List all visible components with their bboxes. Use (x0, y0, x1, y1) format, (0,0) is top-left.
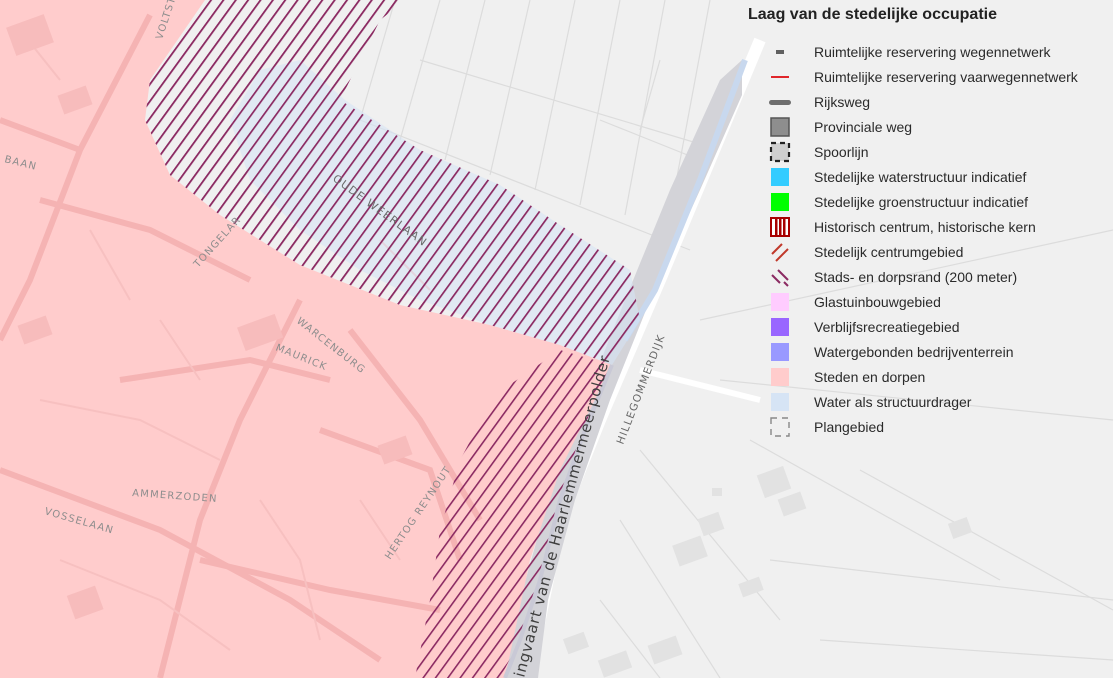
legend-swatch-vertical-stripes (768, 216, 792, 238)
legend-item-label: Provinciale weg (814, 118, 913, 135)
legend-swatch-diagonal-red (768, 241, 792, 263)
legend-swatch-dashed-square (768, 141, 792, 163)
legend-item-label: Stads- en dorpsrand (200 meter) (814, 268, 1018, 285)
legend-item-label: Spoorlijn (814, 143, 869, 160)
legend-item-label: Watergebonden bedrijventerrein (814, 343, 1014, 360)
legend-item-label: Ruimtelijke reservering vaarwegennetwerk (814, 68, 1078, 85)
legend-item: Glastuinbouwgebied (748, 289, 1110, 314)
legend-item: Watergebonden bedrijventerrein (748, 339, 1110, 364)
legend-item: Water als structuurdrager (748, 389, 1110, 414)
legend-swatch-square-gray (768, 116, 792, 138)
legend-item: Stedelijk centrumgebied (748, 239, 1110, 264)
legend-item: Stads- en dorpsrand (200 meter) (748, 264, 1110, 289)
legend-swatch-square-fill (768, 391, 792, 413)
legend-item-label: Historisch centrum, historische kern (814, 218, 1036, 235)
legend-item-label: Glastuinbouwgebied (814, 293, 941, 310)
legend-swatch-square-fill (768, 366, 792, 388)
legend-swatch-square-fill (768, 291, 792, 313)
legend-swatch-square-fill (768, 341, 792, 363)
legend-item: Spoorlijn (748, 139, 1110, 164)
legend-item-label: Verblijfsrecreatiegebied (814, 318, 960, 335)
legend-title: Laag van de stedelijke occupatie (748, 6, 997, 23)
legend-swatch-line-red (768, 66, 792, 88)
legend-list: Ruimtelijke reservering wegennetwerk Ruim… (748, 39, 1110, 439)
legend-item: Provinciale weg (748, 114, 1110, 139)
legend-item-label: Rijksweg (814, 93, 871, 110)
legend-item-label: Plangebied (814, 418, 885, 435)
legend-item: Stedelijke waterstructuur indicatief (748, 164, 1110, 189)
legend-item: Historisch centrum, historische kern (748, 214, 1110, 239)
legend-item: Steden en dorpen (748, 364, 1110, 389)
legend-item-label: Water als structuurdrager (814, 393, 972, 410)
legend-item-label: Stedelijke groenstructuur indicatief (814, 193, 1029, 210)
legend-swatch-square-fill (768, 316, 792, 338)
legend-item: Plangebied (748, 414, 1110, 439)
legend-item: Ruimtelijke reservering wegennetwerk (748, 39, 1110, 64)
legend-item: Rijksweg (748, 89, 1110, 114)
legend-swatch-thick-line-gray (768, 91, 792, 113)
legend-item: Stedelijke groenstructuur indicatief (748, 189, 1110, 214)
legend-swatch-square-fill (768, 166, 792, 188)
legend-item: Ruimtelijke reservering vaarwegennetwerk (748, 64, 1110, 89)
legend-panel: Laag van de stedelijke occupatie Ruimtel… (748, 4, 1110, 439)
legend-item-label: Ruimtelijke reservering wegennetwerk (814, 43, 1051, 60)
legend-swatch-dashed-outline (768, 416, 792, 438)
legend-swatch-square-fill (768, 191, 792, 213)
legend-item-label: Steden en dorpen (814, 368, 926, 385)
legend-item-label: Stedelijke waterstructuur indicatief (814, 168, 1027, 185)
legend-item: Verblijfsrecreatiegebied (748, 314, 1110, 339)
legend-item-label: Stedelijk centrumgebied (814, 243, 964, 260)
legend-swatch-diagonal-purple (768, 266, 792, 288)
legend-swatch-dash-gray (768, 41, 792, 63)
